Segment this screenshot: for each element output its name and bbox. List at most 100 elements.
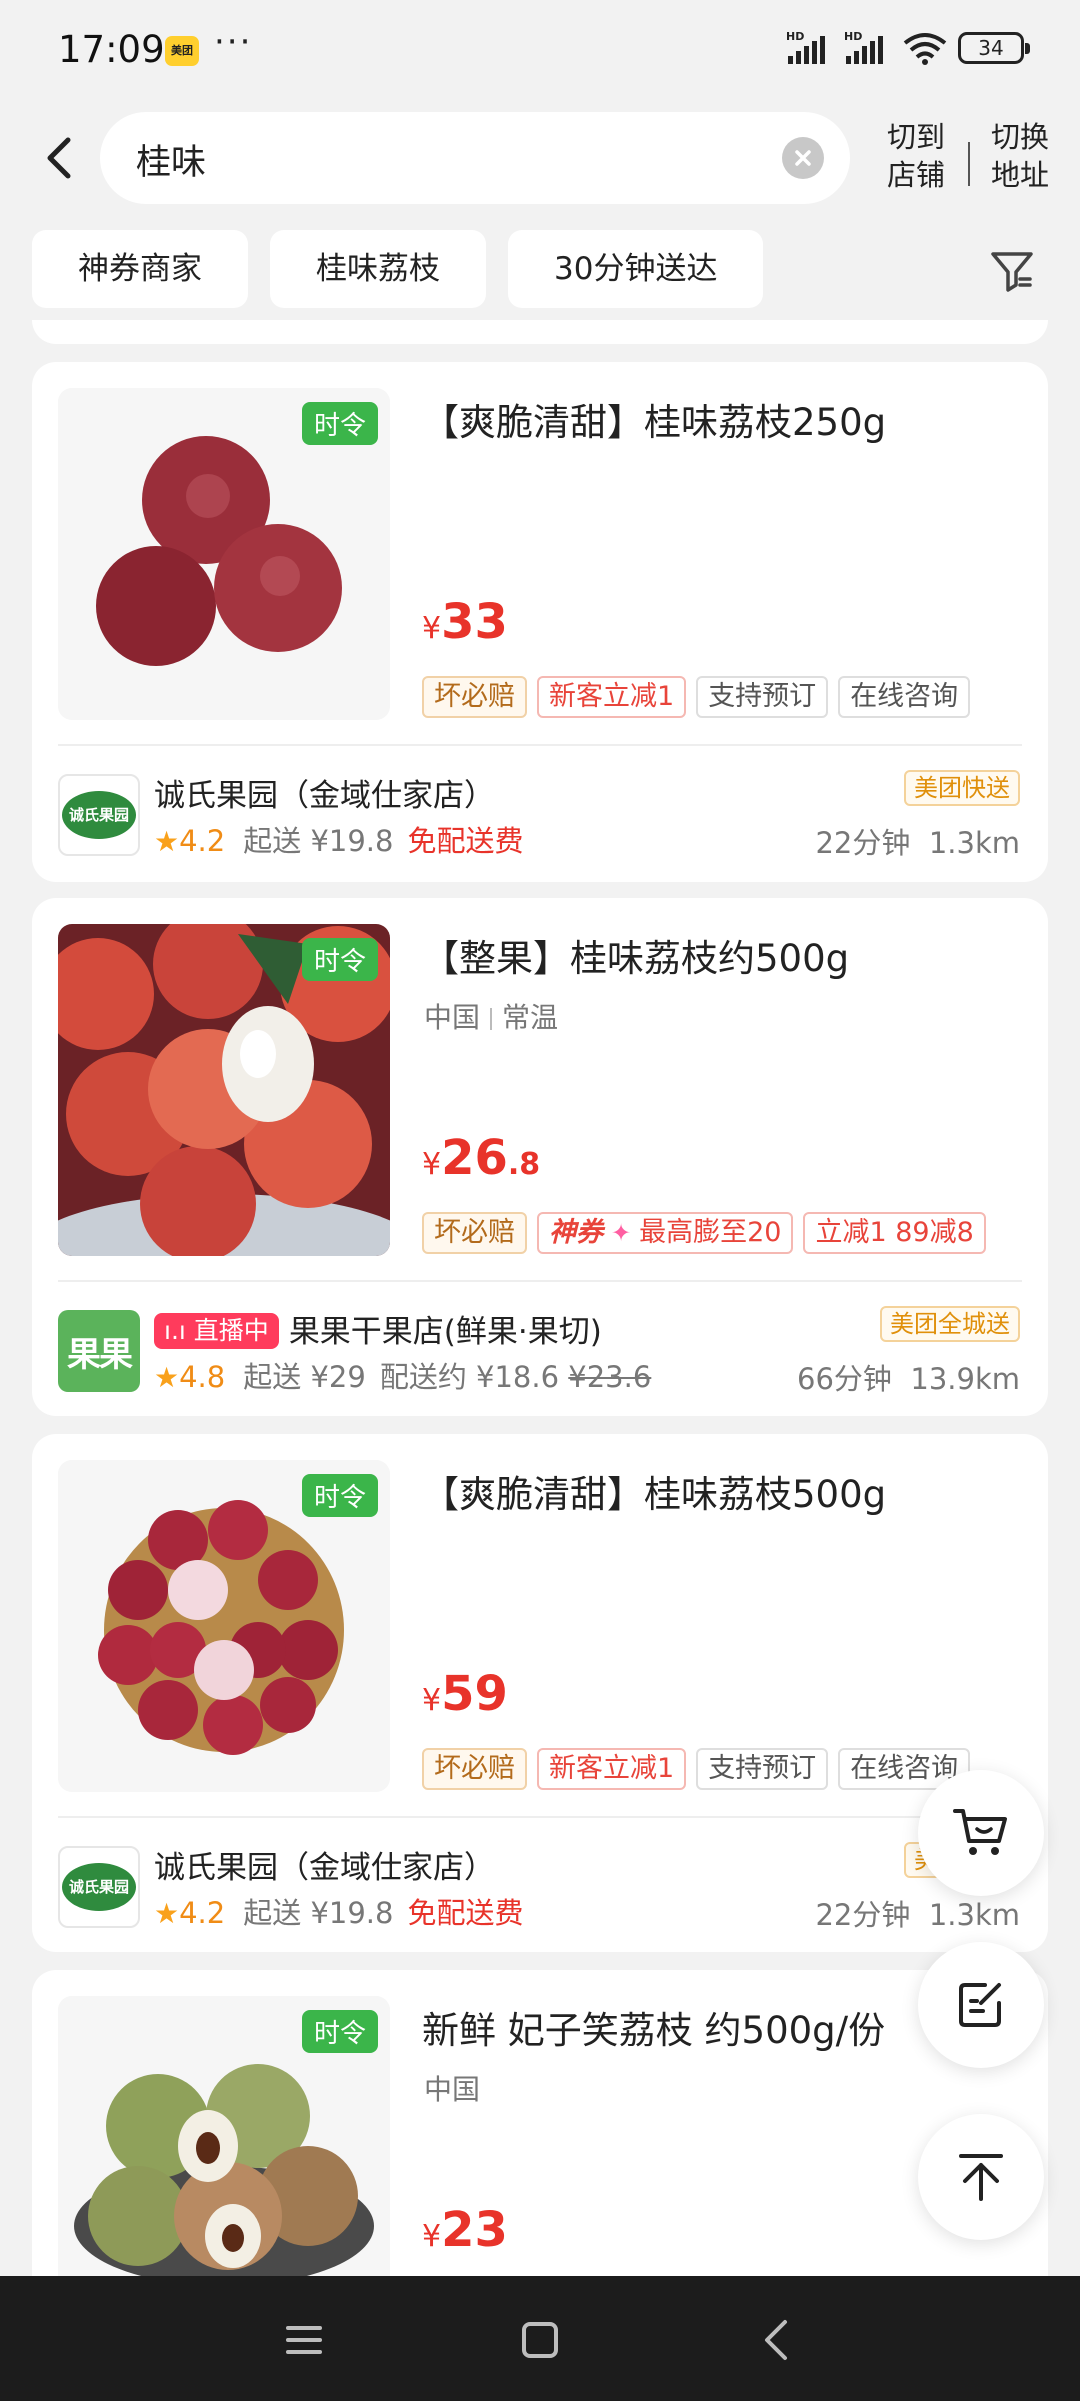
original-delivery-fee: ¥23.6 xyxy=(568,1360,652,1394)
status-time: 17:09 xyxy=(58,28,165,71)
product-card[interactable]: 时令 【爽脆清甜】桂味荔枝250g ¥33 坏必赔 新客立减1 支持预订 在线咨… xyxy=(32,362,1048,882)
edit-note-icon xyxy=(959,1983,1001,2027)
season-tag: 时令 xyxy=(301,402,378,445)
star-icon: ★ xyxy=(154,1361,180,1394)
guarantee-tag: 坏必赔 xyxy=(422,1212,527,1254)
filter-chip[interactable]: 桂味荔枝 xyxy=(270,230,486,308)
product-title[interactable]: 【爽脆清甜】桂味荔枝250g xyxy=(422,392,1022,446)
meta-separator xyxy=(490,1008,493,1030)
store-logo[interactable]: 果果 xyxy=(58,1310,140,1392)
price-currency: ¥ xyxy=(422,1683,442,1718)
status-indicators: HD HD 34 xyxy=(786,30,1030,66)
coupon-value: 最高膨至20 xyxy=(639,1217,782,1248)
product-title[interactable]: 【整果】桂味荔枝约500g xyxy=(422,928,1022,982)
nav-menu-button[interactable] xyxy=(276,2312,332,2368)
price-integer: 23 xyxy=(441,2202,508,2258)
product-price: ¥23 xyxy=(422,2202,508,2258)
service-tag: 在线咨询 xyxy=(838,676,971,718)
product-image[interactable]: 时令 xyxy=(58,388,390,720)
nav-back-button[interactable] xyxy=(748,2312,804,2368)
previous-card-edge xyxy=(32,320,1048,344)
promo-tag: 新客立减1 xyxy=(537,1748,687,1790)
sparkle-icon: ✦ xyxy=(611,1219,632,1247)
product-card[interactable]: 时令 【整果】桂味荔枝约500g 中国 常温 ¥26.8 坏必赔 神券 ✦ 最高膨… xyxy=(32,898,1048,1416)
filter-chip[interactable]: 神券商家 xyxy=(32,230,248,308)
season-tag: 时令 xyxy=(301,938,378,981)
product-price: ¥26.8 xyxy=(422,1130,540,1186)
store-info: ★4.2 起送 ¥19.8 免配送费 xyxy=(154,818,524,860)
origin: 中国 xyxy=(424,2073,481,2106)
product-card[interactable]: 时令 新鲜 妃子笑荔枝 约500g/份 中国 ¥23 xyxy=(32,1970,1048,2328)
more-notifications-icon: ··· xyxy=(214,22,253,62)
card-divider xyxy=(58,744,1022,746)
system-nav-bar xyxy=(0,2276,1080,2401)
filter-button[interactable] xyxy=(988,247,1036,295)
product-card[interactable]: 时令 【爽脆清甜】桂味荔枝500g ¥59 坏必赔 新客立减1 支持预订 在线咨… xyxy=(32,1434,1048,1952)
store-logo-text: 诚氏果园 xyxy=(62,1863,136,1911)
header-divider xyxy=(968,142,970,186)
store-logo[interactable]: 诚氏果园 xyxy=(58,1846,140,1928)
price-currency: ¥ xyxy=(422,611,442,646)
store-rating: 4.8 xyxy=(179,1360,226,1394)
price-integer: 26 xyxy=(441,1130,508,1186)
clear-search-button[interactable] xyxy=(782,137,824,179)
back-to-top-button[interactable] xyxy=(918,2114,1044,2240)
chevron-left-icon xyxy=(47,137,71,179)
cart-icon xyxy=(953,1809,1007,1855)
promo-tag: 立减1 89减8 xyxy=(803,1212,986,1254)
back-button[interactable] xyxy=(36,128,82,188)
battery-icon: 34 xyxy=(958,32,1030,64)
product-image[interactable]: 时令 xyxy=(58,1460,390,1792)
live-icon: ı.ı xyxy=(164,1316,194,1345)
store-info: ★4.8 起送 ¥29 配送约 ¥18.6 ¥23.6 xyxy=(154,1354,651,1396)
store-name[interactable]: 诚氏果园（金域仕家店） xyxy=(154,1842,495,1887)
nav-home-button[interactable] xyxy=(512,2312,568,2368)
delivery-time: 66分钟 xyxy=(797,1362,892,1396)
promo-tags: 坏必赔 新客立减1 支持预订 在线咨询 xyxy=(422,1748,971,1790)
svg-text:HD: HD xyxy=(844,30,862,43)
storage: 常温 xyxy=(502,1001,559,1034)
switch-to-shop-button[interactable]: 切到店铺 xyxy=(884,118,948,194)
delivery-fee: 免配送费 xyxy=(407,1896,524,1930)
min-order: 起送 ¥19.8 xyxy=(243,824,394,858)
svg-text:HD: HD xyxy=(786,30,804,43)
store-name[interactable]: 诚氏果园（金域仕家店） xyxy=(154,770,495,815)
coupon-tag: 神券 ✦ 最高膨至20 xyxy=(537,1212,794,1254)
card-divider xyxy=(58,1280,1022,1282)
search-query: 桂味 xyxy=(136,143,207,183)
signal-icon: HD xyxy=(786,30,825,64)
live-badge: ı.ı 直播中 xyxy=(154,1313,279,1349)
status-bar: 17:09 美团 ··· HD HD 34 xyxy=(0,0,1080,100)
delivery-time-distance: 22分钟 1.3km xyxy=(815,820,1020,862)
store-name-row[interactable]: ı.ı 直播中 果果干果店(鲜果·果切) xyxy=(154,1306,602,1351)
store-logo[interactable]: 诚氏果园 xyxy=(58,774,140,856)
delivery-time-distance: 66分钟 13.9km xyxy=(797,1356,1020,1398)
switch-address-button[interactable]: 切换地址 xyxy=(988,118,1052,194)
wifi-icon xyxy=(903,33,947,65)
notes-button[interactable] xyxy=(918,1942,1044,2068)
price-integer: 33 xyxy=(441,594,508,650)
live-label: 直播中 xyxy=(193,1316,269,1345)
search-input[interactable]: 桂味 xyxy=(100,112,850,204)
service-tag: 支持预订 xyxy=(696,676,829,718)
delivery-badge: 美团快送 xyxy=(904,770,1020,806)
promo-tags: 坏必赔 神券 ✦ 最高膨至20 立减1 89减8 xyxy=(422,1212,986,1254)
filter-chip[interactable]: 30分钟送达 xyxy=(508,230,764,308)
cart-button[interactable] xyxy=(918,1770,1044,1896)
menu-icon xyxy=(286,2326,322,2354)
promo-tags: 坏必赔 新客立减1 支持预订 在线咨询 xyxy=(422,676,971,718)
store-info: ★4.2 起送 ¥19.8 免配送费 xyxy=(154,1890,524,1932)
home-icon xyxy=(522,2322,558,2358)
product-title[interactable]: 【爽脆清甜】桂味荔枝500g xyxy=(422,1464,1022,1518)
distance: 13.9km xyxy=(910,1362,1020,1396)
product-meta: 中国 xyxy=(424,2068,480,2108)
product-image[interactable]: 时令 xyxy=(58,924,390,1256)
service-tag: 支持预订 xyxy=(696,1748,829,1790)
card-divider xyxy=(58,1816,1022,1818)
guarantee-tag: 坏必赔 xyxy=(422,676,527,718)
back-to-top-icon xyxy=(959,2154,1003,2201)
back-icon xyxy=(765,2320,787,2360)
price-currency: ¥ xyxy=(422,2219,442,2254)
season-tag: 时令 xyxy=(301,2010,378,2053)
distance: 1.3km xyxy=(928,826,1020,860)
